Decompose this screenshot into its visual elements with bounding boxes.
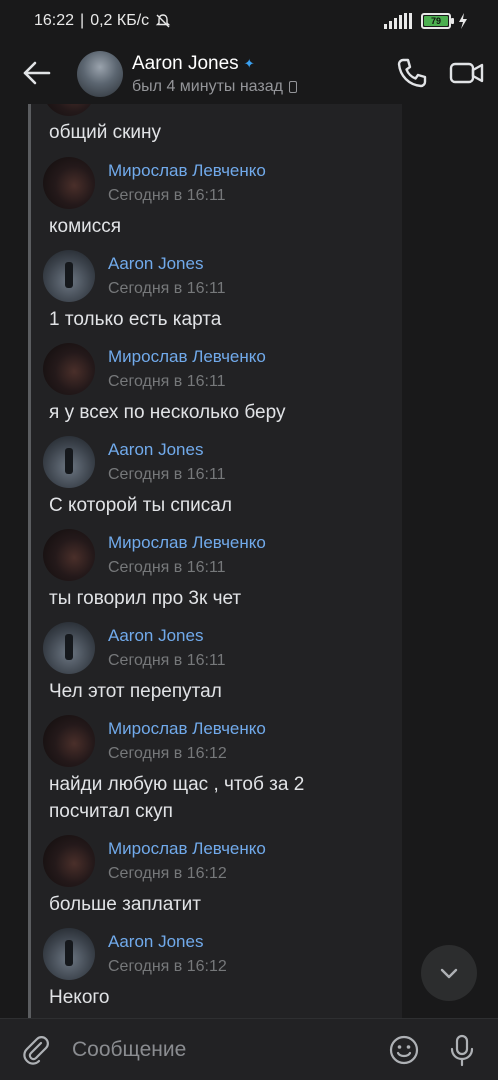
forwarded-messages: общий скину Мирослав Левченко Сегодня в … (28, 104, 402, 1018)
phone-call-icon[interactable] (395, 56, 429, 90)
message-time: Сегодня в 16:12 (108, 865, 227, 882)
message-time: Сегодня в 16:11 (108, 466, 226, 483)
contact-avatar[interactable] (77, 51, 123, 97)
message-time: Сегодня в 16:11 (108, 652, 226, 669)
battery-level: 79 (424, 16, 448, 26)
avatar[interactable] (43, 436, 95, 488)
message-text: С которой ты списал (49, 495, 232, 516)
message-text: найди любую щас , чтоб за 2 посчитал ску… (49, 774, 305, 822)
avatar[interactable] (43, 343, 95, 395)
scroll-to-bottom-button[interactable] (421, 945, 477, 1001)
video-call-icon[interactable] (448, 56, 486, 90)
message-author[interactable]: Мирослав Левченко (108, 839, 266, 859)
message-author[interactable]: Aaron Jones (108, 440, 203, 460)
message-text: Чел этот перепутал (49, 681, 222, 702)
chat-area[interactable]: общий скину Мирослав Левченко Сегодня в … (0, 104, 498, 1018)
message-time: Сегодня в 16:12 (108, 958, 227, 975)
status-bar: 16:22 | 0,2 КБ/с 79 (0, 0, 498, 44)
message-author[interactable]: Мирослав Левченко (108, 533, 266, 553)
message-author[interactable]: Aaron Jones (108, 254, 203, 274)
microphone-icon[interactable] (446, 1033, 478, 1067)
chat-header: Aaron Jones ✦ был 4 минуты назад (0, 44, 498, 104)
message-time: Сегодня в 16:12 (108, 745, 227, 762)
message-time: Сегодня в 16:11 (108, 559, 226, 576)
network-speed: 0,2 КБ/с (90, 12, 150, 29)
message-author[interactable]: Aaron Jones (108, 626, 203, 646)
message-text: Некого (49, 987, 110, 1008)
signal-icon (384, 13, 412, 29)
message-composer (0, 1018, 498, 1080)
message-text: я у всех по несколько беру (49, 402, 286, 423)
charging-icon (459, 13, 467, 29)
back-arrow-icon[interactable] (20, 56, 54, 90)
message-text: ты говорил про 3к чет (49, 588, 242, 609)
avatar[interactable] (43, 250, 95, 302)
message-text: комисся (49, 216, 122, 237)
message-text: общий скину (49, 122, 162, 143)
mobile-device-icon (288, 81, 297, 93)
message-time: Сегодня в 16:11 (108, 280, 226, 297)
message-text: 1 только есть карта (49, 309, 222, 330)
chevron-down-icon (440, 968, 458, 979)
avatar[interactable] (43, 928, 95, 980)
message-time: Сегодня в 16:11 (108, 373, 226, 390)
emoji-icon[interactable] (388, 1034, 420, 1066)
message-time: Сегодня в 16:11 (108, 187, 226, 204)
avatar[interactable] (43, 157, 95, 209)
battery-icon: 79 (421, 13, 454, 29)
avatar[interactable] (43, 715, 95, 767)
message-text: больше заплатит (49, 894, 201, 915)
verified-badge-icon: ✦ (243, 56, 255, 71)
message-author[interactable]: Мирослав Левченко (108, 347, 266, 367)
avatar[interactable] (43, 622, 95, 674)
message-author[interactable]: Мирослав Левченко (108, 719, 266, 739)
avatar[interactable] (43, 529, 95, 581)
message-author[interactable]: Мирослав Левченко (108, 161, 266, 181)
avatar[interactable] (43, 104, 95, 116)
status-time: 16:22 (34, 12, 75, 29)
paperclip-icon[interactable] (20, 1034, 52, 1066)
contact-name[interactable]: Aaron Jones ✦ (132, 53, 255, 75)
avatar[interactable] (43, 835, 95, 887)
message-author[interactable]: Aaron Jones (108, 932, 203, 952)
message-input[interactable] (72, 1033, 372, 1067)
bell-off-icon (155, 14, 171, 28)
contact-status: был 4 минуты назад (132, 78, 297, 96)
